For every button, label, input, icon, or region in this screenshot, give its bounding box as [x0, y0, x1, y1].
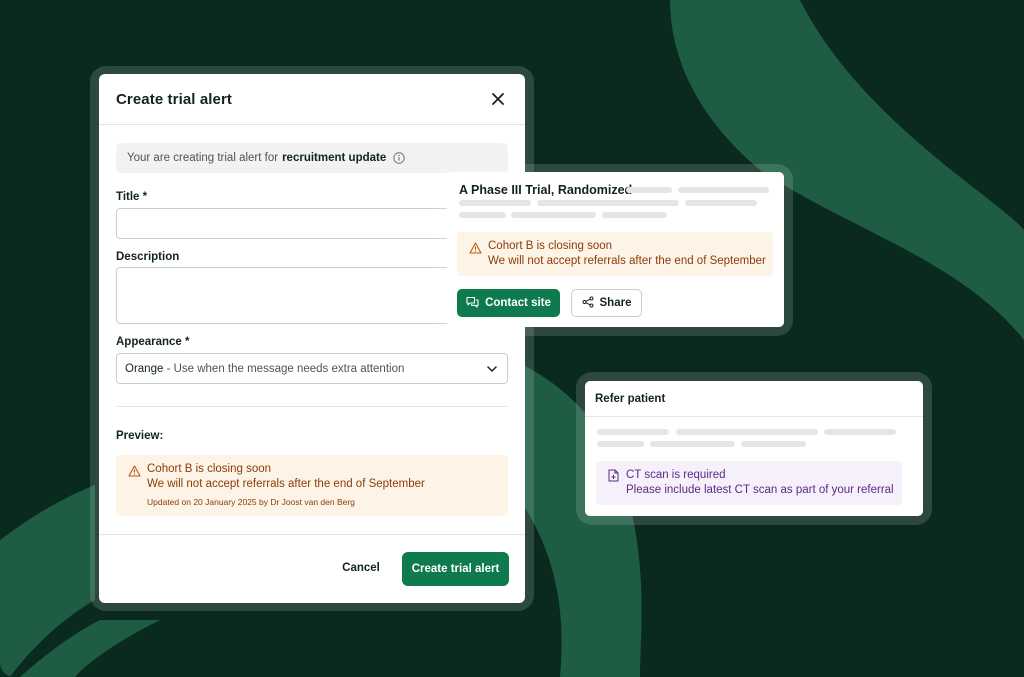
skeleton-line [459, 212, 506, 218]
preview-alert: Cohort B is closing soon We will not acc… [116, 455, 508, 516]
trial-card-alert: Cohort B is closing soon We will not acc… [457, 232, 773, 276]
document-icon [608, 469, 619, 487]
skeleton-line [626, 187, 672, 193]
dialog-header: Create trial alert [99, 74, 525, 125]
warning-icon [128, 464, 141, 482]
skeleton-line [537, 200, 679, 206]
contact-site-button[interactable]: Contact site [457, 289, 560, 317]
refer-card-alert-body: Please include latest CT scan as part of… [626, 484, 894, 496]
skeleton-line [511, 212, 596, 218]
refer-patient-card: Refer patient CT scan is required Please… [585, 381, 923, 516]
preview-label: Preview: [116, 430, 164, 442]
skeleton-line [650, 441, 735, 447]
dialog-title: Create trial alert [116, 90, 233, 108]
description-label: Description [116, 251, 180, 263]
trial-card-alert-title: Cohort B is closing soon [488, 240, 613, 252]
share-button[interactable]: Share [571, 289, 642, 317]
preview-alert-title: Cohort B is closing soon [147, 463, 272, 475]
refer-card-title: Refer patient [595, 392, 666, 405]
trial-card: A Phase III Trial, Randomized Cohort B i… [447, 172, 784, 327]
info-banner-text: Your are creating trial alert for [127, 152, 279, 164]
appearance-option-name: Orange [125, 362, 164, 375]
refer-card-header: Refer patient [585, 381, 923, 417]
appearance-option-desc: - Use when the message needs extra atten… [166, 362, 405, 375]
contact-site-label: Contact site [485, 297, 551, 309]
chat-icon [466, 296, 479, 311]
section-divider [116, 406, 508, 407]
skeleton-line [676, 429, 818, 435]
skeleton-line [459, 200, 531, 206]
skeleton-line [685, 200, 757, 206]
info-banner-emphasis: recruitment update [282, 152, 387, 164]
skeleton-line [602, 212, 667, 218]
info-icon[interactable] [393, 152, 405, 164]
refer-card-alert: CT scan is required Please include lates… [596, 461, 902, 505]
appearance-select[interactable]: Orange - Use when the message needs extr… [116, 353, 508, 384]
share-label: Share [599, 297, 632, 309]
preview-alert-body: We will not accept referrals after the e… [147, 478, 425, 490]
create-trial-alert-dialog: Create trial alert Your are creating tri… [99, 74, 525, 603]
chevron-down-icon [487, 363, 497, 375]
trial-card-title: A Phase III Trial, Randomized [459, 183, 633, 197]
title-label: Title * [116, 191, 148, 203]
warning-icon [469, 241, 482, 259]
skeleton-line [597, 441, 644, 447]
appearance-label: Appearance * [116, 336, 190, 348]
refer-card-alert-title: CT scan is required [626, 469, 726, 481]
skeleton-line [597, 429, 669, 435]
share-icon [582, 296, 594, 311]
skeleton-line [678, 187, 769, 193]
appearance-value: Orange - Use when the message needs extr… [125, 363, 404, 375]
skeleton-line [824, 429, 896, 435]
close-icon[interactable] [488, 89, 508, 109]
footer-divider [99, 534, 525, 535]
trial-card-alert-body: We will not accept referrals after the e… [488, 255, 766, 267]
preview-alert-meta: Updated on 20 January 2025 by Dr Joost v… [147, 497, 355, 507]
create-trial-alert-button[interactable]: Create trial alert [402, 552, 509, 586]
cancel-button[interactable]: Cancel [335, 553, 387, 583]
skeleton-line [741, 441, 806, 447]
canvas: Create trial alert Your are creating tri… [0, 0, 1024, 677]
